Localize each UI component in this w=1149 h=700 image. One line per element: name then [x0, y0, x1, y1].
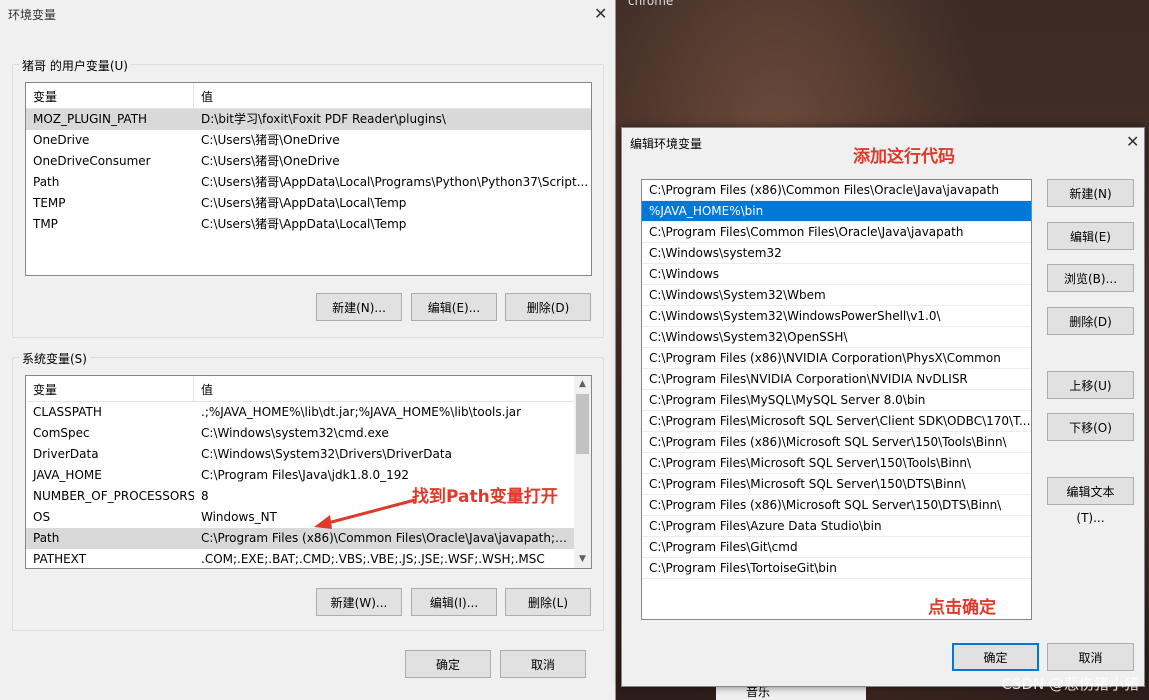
- list-item[interactable]: C:\Windows\System32\OpenSSH\: [642, 327, 1031, 348]
- variable-value-cell: .;%JAVA_HOME%\lib\dt.jar;%JAVA_HOME%\lib…: [201, 405, 522, 419]
- table-row[interactable]: CLASSPATH .;%JAVA_HOME%\lib\dt.jar;%JAVA_…: [26, 402, 574, 423]
- column-header-variable[interactable]: 变量: [26, 376, 194, 401]
- table-row[interactable]: TEMP C:\Users\猪哥\AppData\Local\Temp: [26, 193, 591, 214]
- variable-name-cell: JAVA_HOME: [33, 468, 102, 482]
- table-row[interactable]: DriverData C:\Windows\System32\Drivers\Dr…: [26, 444, 574, 465]
- user-edit-button[interactable]: 编辑(E)...: [411, 293, 497, 321]
- list-item[interactable]: C:\Program Files\Microsoft SQL Server\15…: [642, 474, 1031, 495]
- list-item[interactable]: C:\Program Files\Azure Data Studio\bin: [642, 516, 1031, 537]
- table-row[interactable]: TMP C:\Users\猪哥\AppData\Local\Temp: [26, 214, 591, 235]
- system-delete-button[interactable]: 删除(L): [505, 588, 591, 616]
- variable-name-cell: ComSpec: [33, 426, 90, 440]
- table-row[interactable]: OS Windows_NT: [26, 507, 574, 528]
- variable-name-cell: Path: [33, 175, 60, 189]
- variable-value-cell: C:\Windows\System32\Drivers\DriverData: [201, 447, 452, 461]
- list-item[interactable]: C:\Windows\System32\Wbem: [642, 285, 1031, 306]
- variable-name-cell: PATHEXT: [33, 552, 87, 566]
- variable-value-cell: C:\Users\猪哥\AppData\Local\Programs\Pytho…: [201, 175, 589, 189]
- system-new-button[interactable]: 新建(W)...: [316, 588, 402, 616]
- environment-variables-dialog: 环境变量 ✕ 猪哥 的用户变量(U) 变量 值 MOZ_PLUGIN_PATH D…: [0, 0, 616, 700]
- variable-value-cell: C:\Users\猪哥\AppData\Local\Temp: [201, 217, 407, 231]
- list-item[interactable]: C:\Program Files\MySQL\MySQL Server 8.0\…: [642, 390, 1031, 411]
- variable-name-cell: NUMBER_OF_PROCESSORS: [33, 489, 194, 503]
- system-variables-legend: 系统变量(S): [19, 350, 90, 367]
- list-item[interactable]: C:\Program Files\TortoiseGit\bin: [642, 558, 1031, 579]
- scroll-thumb[interactable]: [576, 394, 589, 454]
- annotation-click-ok: 点击确定: [928, 598, 996, 618]
- delete-button[interactable]: 删除(D): [1047, 307, 1134, 335]
- list-item[interactable]: C:\Program Files\Microsoft SQL Server\Cl…: [642, 411, 1031, 432]
- variable-name-cell: CLASSPATH: [33, 405, 102, 419]
- system-edit-button[interactable]: 编辑(I)...: [411, 588, 497, 616]
- column-header-variable[interactable]: 变量: [26, 83, 194, 108]
- browse-button[interactable]: 浏览(B)...: [1047, 264, 1134, 292]
- list-item[interactable]: C:\Program Files (x86)\NVIDIA Corporatio…: [642, 348, 1031, 369]
- list-item[interactable]: %JAVA_HOME%\bin: [642, 201, 1031, 222]
- scroll-down-icon[interactable]: ▼: [574, 551, 591, 568]
- cancel-button[interactable]: 取消: [500, 650, 586, 678]
- dialog-title: 环境变量: [8, 8, 57, 22]
- user-new-button[interactable]: 新建(N)...: [316, 293, 402, 321]
- user-delete-button[interactable]: 删除(D): [505, 293, 591, 321]
- variable-name-cell: OneDrive: [33, 133, 90, 147]
- edit-environment-variable-dialog: 编辑环境变量 ✕ C:\Program Files (x86)\Common F…: [621, 127, 1145, 687]
- move-up-button[interactable]: 上移(U): [1047, 371, 1134, 399]
- close-icon[interactable]: ✕: [1126, 132, 1139, 151]
- variable-value-cell: C:\Users\猪哥\OneDrive: [201, 133, 340, 147]
- variable-name-cell: MOZ_PLUGIN_PATH: [33, 112, 148, 126]
- variable-value-cell: D:\bit学习\foxit\Foxit PDF Reader\plugins\: [201, 112, 446, 126]
- table-row[interactable]: Path C:\Program Files (x86)\Common Files\…: [26, 528, 574, 549]
- list-header: 变量 值: [26, 376, 591, 402]
- dialog-title: 编辑环境变量: [630, 137, 703, 151]
- column-header-value[interactable]: 值: [194, 83, 220, 108]
- user-variables-legend: 猪哥 的用户变量(U): [19, 57, 131, 74]
- annotation-arrow-icon: [314, 498, 416, 529]
- list-item[interactable]: C:\Program Files (x86)\Common Files\Orac…: [642, 180, 1031, 201]
- move-down-button[interactable]: 下移(O): [1047, 413, 1134, 441]
- annotation-find-path: 找到Path变量打开: [412, 487, 558, 507]
- list-item[interactable]: C:\Windows\system32: [642, 243, 1031, 264]
- variable-name-cell: TMP: [33, 217, 58, 231]
- path-entries-list[interactable]: C:\Program Files (x86)\Common Files\Orac…: [641, 179, 1032, 620]
- list-item[interactable]: C:\Program Files\Common Files\Oracle\Jav…: [642, 222, 1031, 243]
- table-row[interactable]: ComSpec C:\Windows\system32\cmd.exe: [26, 423, 574, 444]
- variable-value-cell: C:\Users\猪哥\AppData\Local\Temp: [201, 196, 407, 210]
- ok-button[interactable]: 确定: [952, 643, 1039, 671]
- vertical-scrollbar[interactable]: ▲ ▼: [574, 376, 591, 568]
- variable-name-cell: DriverData: [33, 447, 99, 461]
- edit-button[interactable]: 编辑(E): [1047, 222, 1134, 250]
- table-row[interactable]: OneDrive C:\Users\猪哥\OneDrive: [26, 130, 591, 151]
- variable-value-cell: C:\Windows\system32\cmd.exe: [201, 426, 389, 440]
- new-button[interactable]: 新建(N): [1047, 179, 1134, 207]
- table-row[interactable]: PATHEXT .COM;.EXE;.BAT;.CMD;.VBS;.VBE;.JS…: [26, 549, 574, 568]
- variable-value-cell: C:\Users\猪哥\OneDrive: [201, 154, 340, 168]
- variable-name-cell: OS: [33, 510, 51, 524]
- cancel-button[interactable]: 取消: [1047, 643, 1134, 671]
- table-row[interactable]: Path C:\Users\猪哥\AppData\Local\Programs\P…: [26, 172, 591, 193]
- list-item[interactable]: C:\Program Files (x86)\Microsoft SQL Ser…: [642, 495, 1031, 516]
- ok-button[interactable]: 确定: [405, 650, 491, 678]
- scroll-up-icon[interactable]: ▲: [574, 376, 591, 393]
- list-item[interactable]: C:\Program Files (x86)\Microsoft SQL Ser…: [642, 432, 1031, 453]
- table-row[interactable]: OneDriveConsumer C:\Users\猪哥\OneDrive: [26, 151, 591, 172]
- table-row[interactable]: MOZ_PLUGIN_PATH D:\bit学习\foxit\Foxit PDF …: [26, 109, 591, 130]
- list-item[interactable]: C:\Windows\System32\WindowsPowerShell\v1…: [642, 306, 1031, 327]
- variable-value-cell: .COM;.EXE;.BAT;.CMD;.VBS;.VBE;.JS;.JSE;.…: [201, 552, 545, 566]
- variable-name-cell: Path: [33, 531, 60, 545]
- list-item[interactable]: C:\Program Files\Git\cmd: [642, 537, 1031, 558]
- user-variables-list[interactable]: 变量 值 MOZ_PLUGIN_PATH D:\bit学习\foxit\Foxit…: [25, 82, 592, 276]
- system-variables-list[interactable]: 变量 值 CLASSPATH .;%JAVA_HOME%\lib\dt.jar;%…: [25, 375, 592, 569]
- list-item[interactable]: C:\Program Files\NVIDIA Corporation\NVID…: [642, 369, 1031, 390]
- variable-name-cell: OneDriveConsumer: [33, 154, 151, 168]
- column-header-value[interactable]: 值: [194, 376, 220, 401]
- list-item[interactable]: C:\Program Files\Microsoft SQL Server\15…: [642, 453, 1031, 474]
- variable-name-cell: TEMP: [33, 196, 66, 210]
- watermark: CSDN @悲伤猪小猪: [1001, 675, 1139, 693]
- edit-text-button[interactable]: 编辑文本(T)...: [1047, 477, 1134, 525]
- close-icon[interactable]: ✕: [594, 4, 607, 23]
- list-item[interactable]: C:\Windows: [642, 264, 1031, 285]
- annotation-add-line: 添加这行代码: [853, 147, 955, 167]
- list-header: 变量 值: [26, 83, 591, 109]
- background-app-label: chrome: [628, 0, 674, 8]
